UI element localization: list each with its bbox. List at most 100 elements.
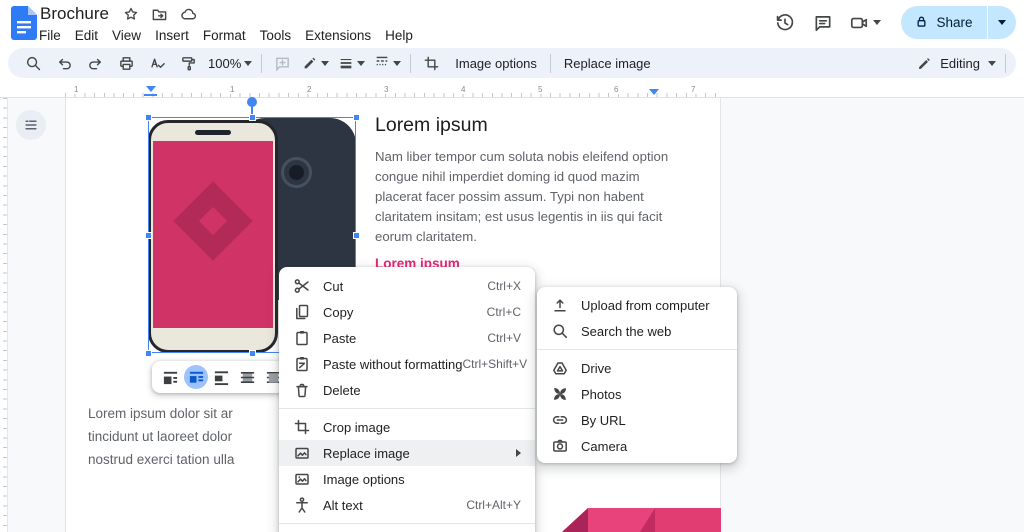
cloud-status-icon[interactable]	[180, 6, 197, 23]
border-dash-control[interactable]	[374, 53, 402, 74]
submenu-item-label: Camera	[581, 438, 628, 454]
submenu-item-search-the-web[interactable]: Search the web	[537, 318, 737, 344]
crop-icon[interactable]	[420, 52, 442, 74]
menu-tools[interactable]: Tools	[253, 26, 299, 45]
ruler-number: 4	[459, 85, 468, 94]
image-icon	[293, 444, 311, 462]
meet-call-button[interactable]	[849, 13, 882, 33]
toolbar: 100% Image options Replace image Editing	[8, 48, 1016, 78]
toolbar-separator	[549, 53, 551, 73]
context-menu-item-replace-image[interactable]: Replace image	[279, 440, 535, 466]
border-weight-control[interactable]	[338, 55, 366, 71]
move-folder-icon[interactable]	[151, 6, 168, 23]
menu-insert[interactable]: Insert	[148, 26, 196, 45]
share-label: Share	[936, 15, 973, 30]
vertical-ruler[interactable]	[0, 98, 8, 532]
camera-icon	[551, 437, 569, 455]
border-color-control[interactable]	[302, 55, 330, 71]
upload-icon	[551, 296, 569, 314]
menu-extensions[interactable]: Extensions	[298, 26, 378, 45]
doc-paragraph-line: congue nihil imperdiet doming id quod ma…	[375, 169, 640, 184]
ruler-number: 1	[72, 85, 81, 94]
rotate-handle[interactable]	[247, 97, 257, 107]
submenu-item-photos[interactable]: Photos	[537, 381, 737, 407]
submenu-item-upload-from-computer[interactable]: Upload from computer	[537, 292, 737, 318]
left-indent-bar[interactable]	[144, 93, 157, 96]
context-menu: Cut Ctrl+X Copy Ctrl+C Paste Ctrl+V Past…	[279, 267, 535, 532]
right-indent-marker[interactable]	[649, 89, 659, 95]
wrap-inline-button[interactable]	[159, 365, 183, 389]
document-title[interactable]: Brochure	[38, 4, 111, 24]
paint-format-icon[interactable]	[177, 52, 199, 74]
comments-icon[interactable]	[811, 11, 835, 35]
image-options-button[interactable]: Image options	[451, 56, 541, 71]
replace-image-submenu: Upload from computer Search the web Driv…	[537, 287, 737, 463]
clipboard-icon	[293, 329, 311, 347]
zoom-select[interactable]: 100%	[208, 55, 253, 71]
submenu-item-label: Upload from computer	[581, 297, 710, 313]
break-text-button[interactable]	[210, 365, 234, 389]
spellcheck-icon[interactable]	[146, 52, 168, 74]
menu-file[interactable]: File	[32, 26, 68, 45]
context-menu-item-delete[interactable]: Delete	[279, 377, 535, 403]
image-options-icon	[293, 470, 311, 488]
version-history-icon[interactable]	[773, 11, 797, 35]
replace-image-button[interactable]: Replace image	[560, 56, 655, 71]
doc-left-column-line: Lorem ipsum dolor sit ar	[88, 406, 233, 421]
ruler-number: 3	[382, 85, 391, 94]
selection-handle-ne[interactable]	[352, 113, 360, 121]
border-dash-caret-icon	[393, 60, 402, 66]
star-icon[interactable]	[123, 6, 139, 22]
ruler-number: 5	[536, 85, 545, 94]
selection-handle-n[interactable]	[248, 113, 256, 121]
doc-left-column: Lorem ipsum dolor sit ar tincidunt ut la…	[88, 402, 234, 472]
submenu-item-drive[interactable]: Drive	[537, 355, 737, 381]
menu-edit[interactable]: Edit	[68, 26, 105, 45]
add-comment-icon[interactable]	[271, 52, 293, 74]
context-menu-item-image-options[interactable]: Image options	[279, 466, 535, 492]
accessibility-icon	[293, 496, 311, 514]
menu-divider	[537, 349, 737, 350]
submenu-item-camera[interactable]: Camera	[537, 433, 737, 459]
search-icon[interactable]	[22, 52, 44, 74]
undo-icon[interactable]	[53, 52, 75, 74]
context-menu-item-shortcut: Ctrl+X	[487, 279, 521, 293]
selection-handle-w[interactable]	[144, 231, 152, 239]
show-outline-button[interactable]	[16, 110, 46, 140]
submenu-item-label: Photos	[581, 386, 622, 402]
share-dropdown-button[interactable]	[988, 6, 1016, 39]
pink-geometric-illustration	[562, 508, 721, 532]
context-menu-item-paste[interactable]: Paste Ctrl+V	[279, 325, 535, 351]
behind-text-button[interactable]	[236, 365, 260, 389]
menu-help[interactable]: Help	[378, 26, 420, 45]
redo-icon[interactable]	[84, 52, 106, 74]
border-color-pencil-icon	[302, 55, 318, 71]
menu-format[interactable]: Format	[196, 26, 253, 45]
videocam-icon	[849, 13, 869, 33]
menu-view[interactable]: View	[105, 26, 148, 45]
editing-mode-button[interactable]: Editing	[917, 56, 996, 71]
border-dash-icon	[374, 53, 390, 74]
submenu-item-by-url[interactable]: By URL	[537, 407, 737, 433]
wrap-text-button[interactable]	[184, 365, 209, 389]
drive-icon	[551, 359, 569, 377]
print-icon[interactable]	[115, 52, 137, 74]
context-menu-item-label: Paste without formatting	[323, 356, 463, 372]
link-icon	[551, 411, 569, 429]
context-menu-item-alt-text[interactable]: Alt text Ctrl+Alt+Y	[279, 492, 535, 518]
selection-handle-sw[interactable]	[144, 349, 152, 357]
context-menu-item-cut[interactable]: Cut Ctrl+X	[279, 273, 535, 299]
context-menu-item-label: Alt text	[323, 497, 363, 513]
clipboard-remove-format-icon	[293, 355, 311, 373]
zoom-value: 100%	[208, 55, 242, 71]
context-menu-item-crop-image[interactable]: Crop image	[279, 414, 535, 440]
selection-handle-s[interactable]	[248, 349, 256, 357]
selection-handle-nw[interactable]	[144, 113, 152, 121]
share-button[interactable]: Share	[901, 6, 987, 39]
context-menu-item-copy[interactable]: Copy Ctrl+C	[279, 299, 535, 325]
left-indent-marker[interactable]	[146, 86, 156, 92]
context-menu-item-paste-without-formatting[interactable]: Paste without formatting Ctrl+Shift+V	[279, 351, 535, 377]
context-menu-item-label: Paste	[323, 330, 357, 346]
search-icon	[551, 322, 569, 340]
selection-handle-e[interactable]	[352, 231, 360, 239]
